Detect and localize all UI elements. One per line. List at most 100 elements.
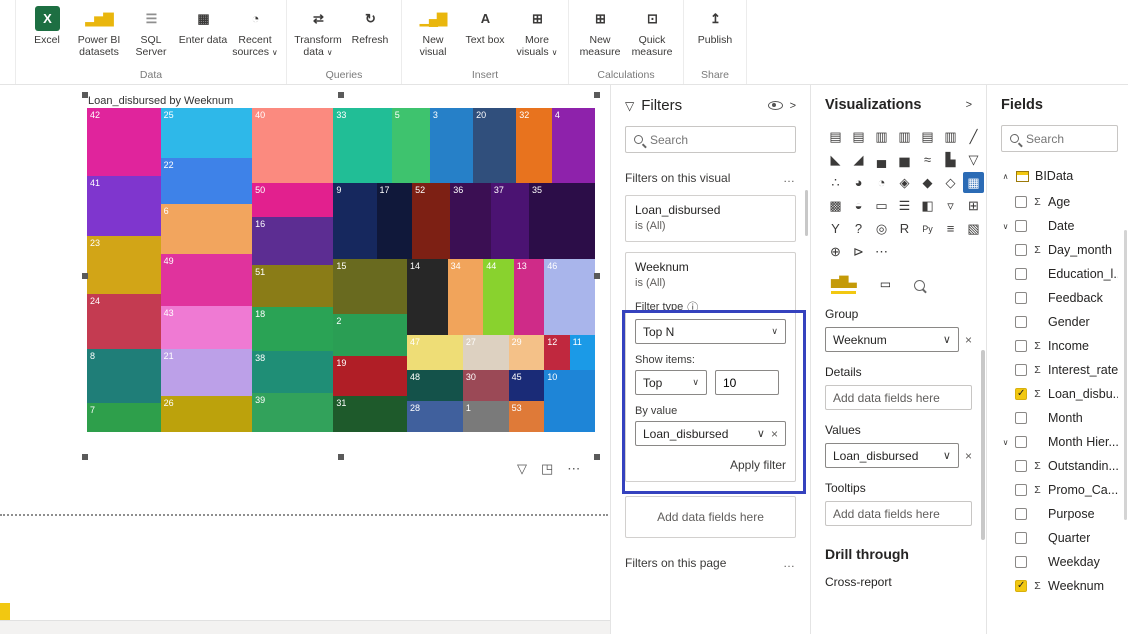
enter-data-button[interactable]: ▦ Enter data [178,6,228,47]
get-more-visuals-icon[interactable]: ⋯ [871,241,892,262]
treemap-tile[interactable]: 51 [252,265,334,308]
filled-map-icon[interactable]: ◆ [917,172,938,193]
get-data-button-cutoff[interactable]: ▦ t ∨ [0,6,15,47]
power-bi-datasets-button[interactable]: ▂▅▇ Power BI datasets [74,6,124,59]
field-row[interactable]: Σ Day_month [1001,238,1118,262]
q-and-a-icon[interactable]: ? [848,218,869,239]
treemap-tile[interactable]: 19 [333,355,408,397]
selection-handle[interactable] [338,454,344,460]
treemap-tile[interactable]: 20 [473,108,517,183]
treemap-tile[interactable]: 13 [513,258,545,335]
field-row[interactable]: Quarter [1001,526,1118,550]
field-checkbox[interactable] [1015,292,1027,304]
chevron-up-icon[interactable]: ∧ [1001,172,1010,181]
pie-chart-icon[interactable]: ◕ [848,172,869,193]
field-checkbox[interactable] [1015,580,1027,592]
treemap-tile[interactable]: 43 [160,305,253,350]
smart-narrative-icon[interactable]: ≡ [940,218,961,239]
treemap-tile[interactable]: 1 [462,401,509,432]
treemap-tile[interactable]: 47 [407,334,463,371]
filters-search-input[interactable] [650,132,787,147]
treemap-tile[interactable]: 3 [429,108,474,183]
field-checkbox[interactable] [1015,508,1027,520]
treemap-tile[interactable]: 33 [333,108,392,183]
treemap-tile[interactable]: 50 [252,182,334,217]
area-chart-icon[interactable]: ◣ [825,149,846,170]
treemap-tile[interactable]: 30 [462,370,509,402]
map-icon[interactable]: ◈ [894,172,915,193]
collapse-filters-icon[interactable]: > [790,100,796,112]
field-checkbox[interactable] [1015,460,1027,472]
field-checkbox[interactable] [1015,220,1027,232]
treemap-tile[interactable]: 48 [407,370,463,402]
stacked-bar-chart-icon[interactable]: ▤ [825,126,846,147]
remove-field-icon[interactable]: × [965,333,972,347]
text-box-button[interactable]: A Text box [460,6,510,47]
treemap-tile[interactable]: 45 [508,370,545,402]
treemap-tile[interactable]: 18 [252,307,334,351]
treemap-tile[interactable]: 28 [407,401,463,432]
analytics-pane-tab[interactable] [914,280,926,294]
field-checkbox[interactable] [1015,388,1027,400]
collapse-visualizations-icon[interactable]: > [966,99,972,111]
treemap-tile[interactable]: 32 [516,108,552,183]
waterfall-chart-icon[interactable]: ▙ [940,149,961,170]
excel-workbook-button[interactable]: X Excel [22,6,72,47]
field-checkbox[interactable] [1015,484,1027,496]
treemap-tile[interactable]: 53 [508,401,545,432]
field-row[interactable]: Σ Loan_disbu... [1001,382,1118,406]
filter-card-loan-disbursed[interactable]: Loan_disbursed is (All) [625,195,796,242]
shape-map-icon[interactable]: ◇ [940,172,961,193]
treemap-tile[interactable]: 9 [333,182,377,259]
clustered-column-chart-icon[interactable]: ▥ [894,126,915,147]
new-visual-button[interactable]: ▁▄▇ New visual [408,6,458,59]
100-stacked-column-chart-icon[interactable]: ▥ [940,126,961,147]
selection-handle[interactable] [594,273,600,279]
filter-type-dropdown[interactable]: Top N ∨ [635,319,786,344]
show-items-count-input[interactable] [715,370,779,395]
more-options-icon[interactable]: ⋯ [567,461,580,477]
table-bidata[interactable]: ∧ BIData [1001,169,1118,183]
tooltips-dropzone[interactable]: Add data fields here [825,501,972,526]
apply-filter-button[interactable]: Apply filter [635,458,786,472]
treemap-tile[interactable]: 49 [160,253,253,306]
matrix-icon[interactable]: ▩ [825,195,846,216]
treemap-tile[interactable]: 16 [252,216,334,266]
remove-field-icon[interactable]: × [771,427,778,441]
kpi-icon[interactable]: ◧ [917,195,938,216]
field-checkbox[interactable] [1015,436,1027,448]
treemap-tile[interactable]: 35 [528,182,595,259]
details-dropzone[interactable]: Add data fields here [825,385,972,410]
treemap-tile[interactable]: 22 [160,158,253,204]
r-script-icon[interactable]: R [894,218,915,239]
show-items-mode-dropdown[interactable]: Top ∨ [635,370,707,395]
fields-search-input[interactable] [1026,131,1109,146]
field-row[interactable]: Weekday [1001,550,1118,574]
treemap-tile[interactable]: 23 [87,235,161,295]
treemap-tile[interactable]: 40 [252,108,334,183]
treemap-tile[interactable]: 42 [87,108,161,177]
selection-handle[interactable] [594,454,600,460]
visualizations-scrollbar[interactable] [981,350,985,540]
by-value-field-pill[interactable]: Loan_disbursed ∨ × [635,421,786,446]
section-more-icon[interactable]: … [783,171,796,185]
treemap-tile[interactable]: 24 [87,294,161,350]
field-checkbox[interactable] [1015,268,1027,280]
filter-card-weeknum[interactable]: Weeknum is (All) Filter type ⓘ Top N ∨ S… [625,252,796,482]
treemap-tile[interactable]: 26 [160,396,253,432]
field-checkbox[interactable] [1015,412,1027,424]
refresh-button[interactable]: ↻ Refresh [345,6,395,47]
publish-button[interactable]: ↥ Publish [690,6,740,47]
treemap-tile[interactable]: 15 [333,258,408,314]
treemap-icon[interactable]: ▦ [963,172,984,193]
stacked-area-chart-icon[interactable]: ◢ [848,149,869,170]
clustered-bar-chart-icon[interactable]: ▤ [848,126,869,147]
ribbon-chart-icon[interactable]: ≈ [917,149,938,170]
add-filter-fields-dropzone[interactable]: Add data fields here [625,496,796,538]
treemap-tile[interactable]: 39 [252,393,334,432]
field-row[interactable]: Purpose [1001,502,1118,526]
treemap-tile[interactable]: 36 [450,182,491,259]
treemap-tile[interactable]: 11 [569,334,595,371]
field-row[interactable]: Σ Outstandin... [1001,454,1118,478]
table-icon[interactable]: ⊞ [963,195,984,216]
